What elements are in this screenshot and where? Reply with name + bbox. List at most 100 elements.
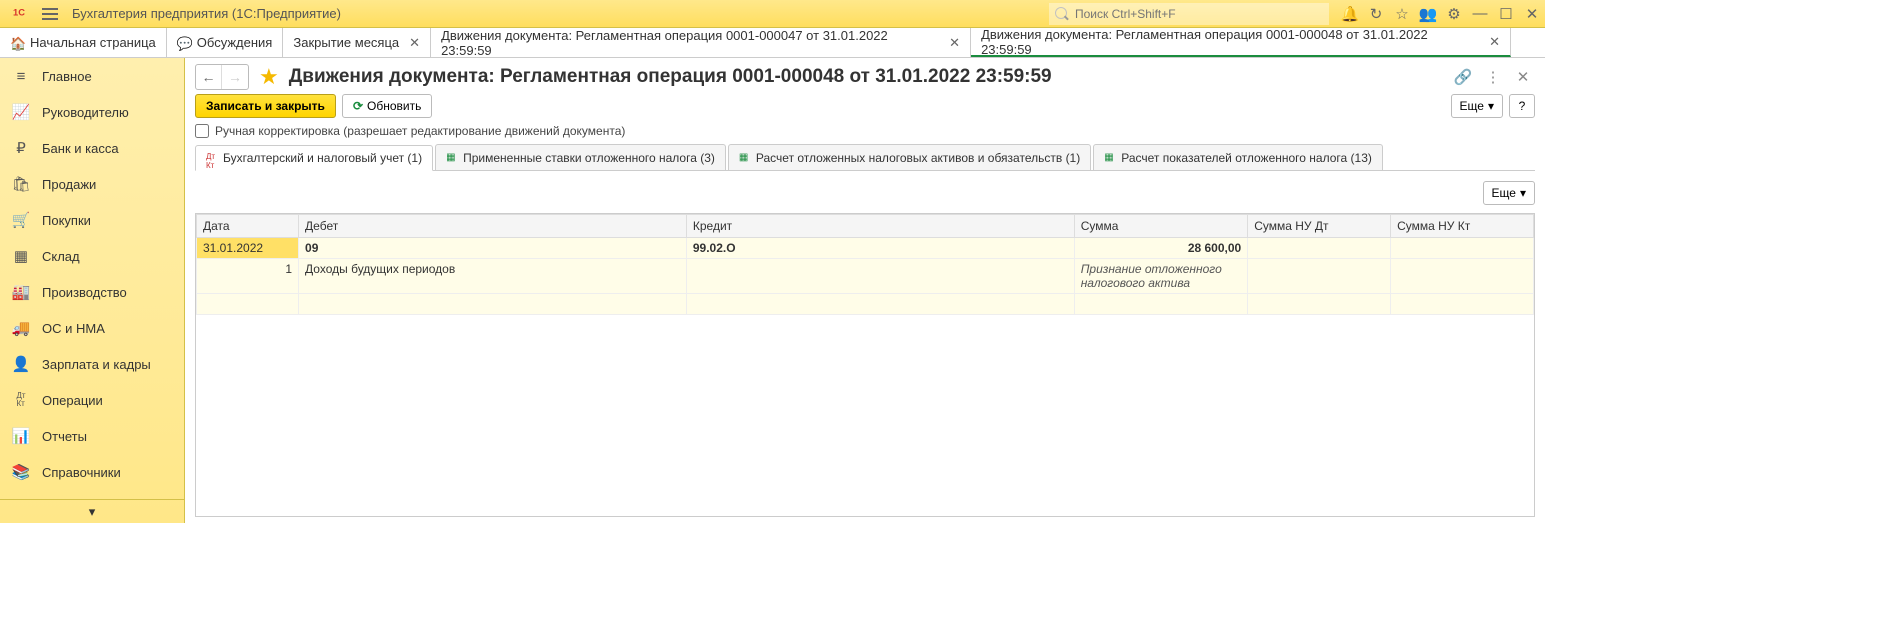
table-icon: ▦ [739,152,751,164]
col-credit[interactable]: Кредит [686,215,1074,238]
sidebar-item-purchases[interactable]: 🛒Покупки [0,202,184,238]
help-button[interactable]: ? [1509,94,1535,118]
cell-empty[interactable] [1074,294,1248,315]
cell-debit[interactable]: 09 [299,238,687,259]
minimize-icon[interactable]: — [1467,0,1493,28]
doc-title: Движения документа: Регламентная операци… [289,66,1052,88]
subtab-deferred-calc[interactable]: ▦ Расчет отложенных налоговых активов и о… [728,144,1091,170]
sidebar-item-references[interactable]: 📚Справочники [0,454,184,490]
button-label: Еще [1460,99,1484,113]
home-icon: 🏠 [10,36,24,50]
sidebar-item-label: ОС и НМА [42,321,105,336]
subtab-deferred-indicators[interactable]: ▦Расчет показателей отложенного налога (… [1093,144,1383,170]
forward-button[interactable]: → [222,65,248,89]
sidebar-item-sales[interactable]: 🛍Продажи [0,166,184,202]
global-search-input[interactable] [1049,3,1329,25]
cell-empty[interactable] [299,294,687,315]
sidebar-item-label: Руководителю [42,105,129,120]
cell-credit[interactable]: 99.02.О [686,238,1074,259]
star-icon[interactable]: ☆ [1389,0,1415,28]
sidebar-item-assets[interactable]: 🚚 ОС и НМА [0,310,184,346]
sidebar-item-production[interactable]: 🏭Производство [0,274,184,310]
subtab-tax-rates[interactable]: ▦Примененные ставки отложенного налога (… [435,144,726,170]
col-debit[interactable]: Дебет [299,215,687,238]
truck-icon: 🚚 [12,319,30,337]
sidebar-item-operations[interactable]: ДтКтОперации [0,382,184,418]
table-row[interactable] [197,294,1534,315]
settings-icon[interactable]: ⚙ [1441,0,1467,28]
sidebar: ≡ Главное 📈 Руководителю ₽Банк и касса 🛍Пр… [0,58,185,523]
maximize-icon[interactable]: ☐ [1493,0,1519,28]
table-row[interactable]: 31.01.2022 09 99.02.О 28 600,00 [197,238,1534,259]
button-label: Записать и закрыть [206,99,325,113]
sidebar-item-label: Отчеты [42,429,87,444]
close-icon[interactable]: ✕ [1489,34,1500,50]
tab-label: Начальная страница [30,35,156,50]
cell-credit-desc[interactable] [686,259,1074,294]
sidebar-item-label: Главное [42,69,92,84]
cell-note[interactable]: Признание отложенного налогового актива [1074,259,1248,294]
tab-label: Движения документа: Регламентная операци… [981,27,1479,57]
users-icon[interactable]: 👥 [1415,0,1441,28]
manual-edit-checkbox-row[interactable]: Ручная корректировка (разрешает редактир… [195,122,1535,140]
subtab-accounting[interactable]: ДтКтБухгалтерский и налоговый учет (1) [195,145,433,171]
menu-icon: ≡ [12,67,30,85]
tab-doc-47[interactable]: Движения документа: Регламентная операци… [431,28,971,57]
refresh-button[interactable]: ⟳Обновить [342,94,432,118]
sidebar-item-manager[interactable]: 📈 Руководителю [0,94,184,130]
col-amount-nu-kt[interactable]: Сумма НУ Кт [1391,215,1534,238]
col-amount-nu-dt[interactable]: Сумма НУ Дт [1248,215,1391,238]
table-icon: ▦ [446,152,458,164]
grid-icon: ▦ [12,247,30,265]
close-icon[interactable]: ✕ [409,35,420,51]
cell-date[interactable]: 31.01.2022 [197,238,299,259]
close-doc-icon[interactable]: ✕ [1511,65,1535,89]
back-button[interactable]: ← [196,65,222,89]
cell-empty[interactable] [686,294,1074,315]
cell-debit-desc[interactable]: Доходы будущих периодов [299,259,687,294]
sidebar-item-warehouse[interactable]: ▦ Склад [0,238,184,274]
tab-home[interactable]: 🏠 Начальная страница [0,28,167,57]
close-icon[interactable]: ✕ [949,35,960,51]
history-icon[interactable]: ↻ [1363,0,1389,28]
hamburger-icon[interactable] [42,3,64,25]
link-icon[interactable]: 🔗 [1451,65,1475,89]
search-wrap [1049,3,1329,25]
cell-nu-kt[interactable] [1391,259,1534,294]
tab-doc-48[interactable]: Движения документа: Регламентная операци… [971,28,1511,57]
tab-month-close[interactable]: Закрытие месяца ✕ [283,28,431,57]
bell-icon[interactable]: 🔔 [1337,0,1363,28]
cell-empty[interactable] [1248,294,1391,315]
cell-num[interactable]: 1 [197,259,299,294]
subtab-label: Бухгалтерский и налоговый учет (1) [223,151,422,165]
sidebar-item-reports[interactable]: 📊Отчеты [0,418,184,454]
col-date[interactable]: Дата [197,215,299,238]
sidebar-item-label: Зарплата и кадры [42,357,151,372]
col-amount[interactable]: Сумма [1074,215,1248,238]
subtab-label: Расчет отложенных налоговых активов и об… [756,151,1080,165]
sidebar-item-label: Склад [42,249,80,264]
cell-nu-dt[interactable] [1248,238,1391,259]
sidebar-item-bank[interactable]: ₽Банк и касса [0,130,184,166]
close-window-icon[interactable]: ✕ [1519,0,1545,28]
sidebar-item-main[interactable]: ≡ Главное [0,58,184,94]
toolbar: Записать и закрыть ⟳Обновить Еще ▾ ? [195,94,1535,118]
table-row[interactable]: 1 Доходы будущих периодов Признание отло… [197,259,1534,294]
chart-icon: 📈 [12,103,30,121]
table-more-button[interactable]: Еще ▾ [1483,181,1535,205]
cell-nu-kt[interactable] [1391,238,1534,259]
kebab-icon[interactable]: ⋮ [1481,65,1505,89]
sidebar-collapse[interactable]: ▾ [0,499,184,523]
cell-nu-dt[interactable] [1248,259,1391,294]
cell-empty[interactable] [197,294,299,315]
person-icon: 👤 [12,355,30,373]
save-close-button[interactable]: Записать и закрыть [195,94,336,118]
tab-discussions[interactable]: 💬 Обсуждения [167,28,284,57]
more-button[interactable]: Еще ▾ [1451,94,1503,118]
cell-empty[interactable] [1391,294,1534,315]
sidebar-item-payroll[interactable]: 👤 Зарплата и кадры [0,346,184,382]
cell-amount[interactable]: 28 600,00 [1074,238,1248,259]
favorite-star-icon[interactable]: ★ [259,64,279,90]
button-label: Еще [1492,186,1516,200]
manual-edit-checkbox[interactable] [195,124,209,138]
